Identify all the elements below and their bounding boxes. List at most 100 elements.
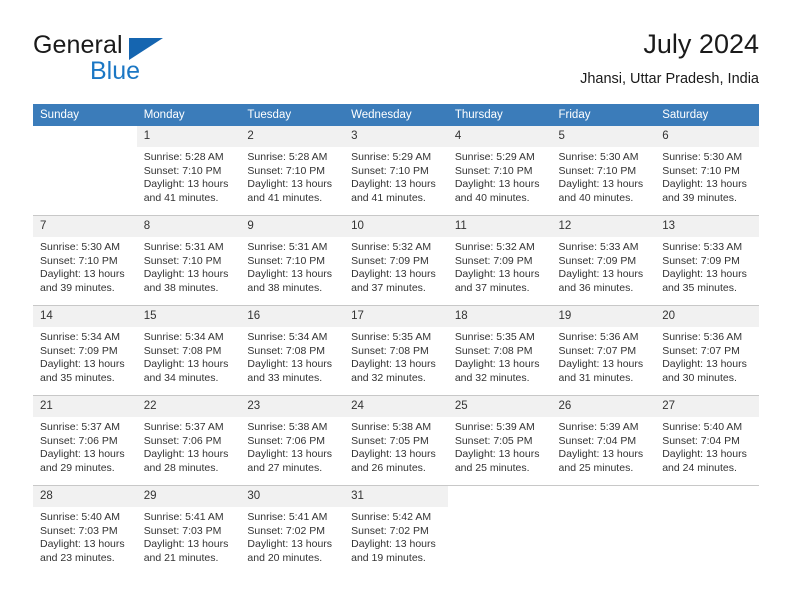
daylight-text-line1: Daylight: 13 hours <box>558 358 644 371</box>
daylight-text-line2: and 24 minutes. <box>662 461 737 474</box>
calendar-day-cell[interactable]: 7 Sunrise: 5:30 AM Sunset: 7:10 PM Daylight… <box>33 215 137 306</box>
sunrise-text: Sunrise: 5:38 AM <box>247 421 328 433</box>
daylight-text-line1: Daylight: 13 hours <box>143 448 229 461</box>
daylight-text-line1: Daylight: 13 hours <box>662 358 747 371</box>
day-details: Sunrise: 5:33 AM Sunset: 7:09 PM Daylight:… <box>552 237 656 295</box>
calendar-day-cell[interactable]: 22 Sunrise: 5:37 AM Sunset: 7:06 PM Dayligh… <box>136 395 241 486</box>
day-cell-inner: 22 Sunrise: 5:37 AM Sunset: 7:06 PM Dayligh… <box>136 396 241 485</box>
calendar-day-cell[interactable]: 9 Sunrise: 5:31 AM Sunset: 7:10 PM Daylight… <box>240 215 345 306</box>
day-number: 27 <box>655 396 759 417</box>
day-cell-inner <box>551 486 656 575</box>
daylight-text-line2: and 35 minutes. <box>662 281 737 294</box>
daylight-text-line2: and 38 minutes. <box>247 281 323 294</box>
day-cell-inner: 14 Sunrise: 5:34 AM Sunset: 7:09 PM Dayligh… <box>33 306 137 395</box>
sunrise-text: Sunrise: 5:37 AM <box>40 421 120 433</box>
day-cell-inner <box>447 486 552 575</box>
day-details: Sunrise: 5:34 AM Sunset: 7:08 PM Daylight:… <box>137 327 241 385</box>
calendar-day-cell[interactable]: 21 Sunrise: 5:37 AM Sunset: 7:06 PM Dayligh… <box>33 395 137 486</box>
daylight-text-line1: Daylight: 13 hours <box>351 178 436 191</box>
day-cell-inner: 30 Sunrise: 5:41 AM Sunset: 7:02 PM Dayligh… <box>240 486 345 575</box>
daylight-text-line1: Daylight: 13 hours <box>247 358 333 371</box>
day-cell-inner: 9 Sunrise: 5:31 AM Sunset: 7:10 PM Daylight… <box>240 216 345 305</box>
calendar-day-cell[interactable]: 15 Sunrise: 5:34 AM Sunset: 7:08 PM Dayligh… <box>136 305 241 396</box>
day-number <box>551 486 656 507</box>
calendar-day-cell[interactable]: 3 Sunrise: 5:29 AM Sunset: 7:10 PM Daylight… <box>344 126 448 216</box>
calendar-day-cell[interactable]: 2 Sunrise: 5:28 AM Sunset: 7:10 PM Daylight… <box>240 126 345 216</box>
calendar-day-cell[interactable]: 14 Sunrise: 5:34 AM Sunset: 7:09 PM Dayligh… <box>33 305 137 396</box>
calendar-day-cell[interactable]: 30 Sunrise: 5:41 AM Sunset: 7:02 PM Dayligh… <box>240 485 345 575</box>
day-details: Sunrise: 5:34 AM Sunset: 7:09 PM Daylight:… <box>33 327 137 385</box>
day-cell-inner: 5 Sunrise: 5:30 AM Sunset: 7:10 PM Daylight… <box>551 126 656 215</box>
calendar-week-row: 14 Sunrise: 5:34 AM Sunset: 7:09 PM Dayligh… <box>33 305 759 396</box>
sunrise-text: Sunrise: 5:32 AM <box>351 241 432 253</box>
day-details: Sunrise: 5:39 AM Sunset: 7:04 PM Daylight:… <box>552 417 656 475</box>
calendar-page: General Blue July 2024 Jhansi, Uttar Pra… <box>0 0 792 612</box>
calendar-day-cell[interactable]: 11 Sunrise: 5:32 AM Sunset: 7:09 PM Dayligh… <box>447 215 552 306</box>
daylight-text-line2: and 37 minutes. <box>454 281 530 294</box>
calendar-day-cell[interactable]: 5 Sunrise: 5:30 AM Sunset: 7:10 PM Daylight… <box>551 126 656 216</box>
day-details: Sunrise: 5:41 AM Sunset: 7:02 PM Daylight:… <box>240 507 344 565</box>
day-number: 16 <box>240 306 345 327</box>
day-details: Sunrise: 5:30 AM Sunset: 7:10 PM Daylight:… <box>552 147 656 205</box>
calendar-day-cell[interactable]: 1 Sunrise: 5:28 AM Sunset: 7:10 PM Daylight… <box>136 126 241 216</box>
calendar-day-cell[interactable]: 16 Sunrise: 5:34 AM Sunset: 7:08 PM Dayligh… <box>240 305 345 396</box>
daylight-text-line1: Daylight: 13 hours <box>454 268 540 281</box>
day-number: 11 <box>447 216 552 237</box>
day-details: Sunrise: 5:32 AM Sunset: 7:09 PM Daylight:… <box>344 237 448 295</box>
calendar-day-cell[interactable]: 31 Sunrise: 5:42 AM Sunset: 7:02 PM Dayligh… <box>344 485 448 575</box>
calendar-day-cell[interactable]: 28 Sunrise: 5:40 AM Sunset: 7:03 PM Dayligh… <box>33 485 137 575</box>
calendar-week-row: 28 Sunrise: 5:40 AM Sunset: 7:03 PM Dayligh… <box>33 485 759 575</box>
sunrise-text: Sunrise: 5:33 AM <box>558 241 639 253</box>
calendar-day-cell[interactable]: 20 Sunrise: 5:36 AM Sunset: 7:07 PM Dayligh… <box>655 305 759 396</box>
sunset-text: Sunset: 7:05 PM <box>351 434 429 447</box>
calendar-day-cell[interactable]: 10 Sunrise: 5:32 AM Sunset: 7:09 PM Dayligh… <box>344 215 448 306</box>
calendar-day-cell[interactable]: 18 Sunrise: 5:35 AM Sunset: 7:08 PM Dayligh… <box>447 305 552 396</box>
day-details: Sunrise: 5:36 AM Sunset: 7:07 PM Daylight:… <box>552 327 656 385</box>
day-details: Sunrise: 5:36 AM Sunset: 7:07 PM Daylight:… <box>655 327 759 385</box>
calendar-day-cell[interactable]: 13 Sunrise: 5:33 AM Sunset: 7:09 PM Dayligh… <box>655 215 759 306</box>
day-number: 10 <box>344 216 448 237</box>
calendar-day-cell[interactable]: 25 Sunrise: 5:39 AM Sunset: 7:05 PM Dayligh… <box>447 395 552 486</box>
day-number: 3 <box>344 126 448 147</box>
day-details: Sunrise: 5:29 AM Sunset: 7:10 PM Daylight:… <box>448 147 552 205</box>
daylight-text-line2: and 37 minutes. <box>351 281 426 294</box>
sunrise-text: Sunrise: 5:32 AM <box>454 241 535 253</box>
calendar-day-cell[interactable]: 6 Sunrise: 5:30 AM Sunset: 7:10 PM Daylight… <box>655 126 759 216</box>
day-number: 31 <box>344 486 448 507</box>
daylight-text-line2: and 21 minutes. <box>143 551 219 564</box>
page-header: General Blue July 2024 Jhansi, Uttar Pra… <box>33 28 759 98</box>
calendar-day-cell[interactable]: 12 Sunrise: 5:33 AM Sunset: 7:09 PM Dayligh… <box>551 215 656 306</box>
daylight-text-line2: and 39 minutes. <box>662 191 737 204</box>
day-details: Sunrise: 5:40 AM Sunset: 7:03 PM Daylight:… <box>33 507 137 565</box>
daylight-text-line2: and 26 minutes. <box>351 461 426 474</box>
daylight-text-line1: Daylight: 13 hours <box>662 448 747 461</box>
day-number: 15 <box>136 306 241 327</box>
daylight-text-line2: and 33 minutes. <box>247 371 323 384</box>
weekday-header-sunday: Sunday <box>33 104 137 126</box>
calendar-day-cell[interactable]: 4 Sunrise: 5:29 AM Sunset: 7:10 PM Daylight… <box>447 126 552 216</box>
calendar-day-cell[interactable]: 23 Sunrise: 5:38 AM Sunset: 7:06 PM Dayligh… <box>240 395 345 486</box>
sunrise-text: Sunrise: 5:34 AM <box>247 331 328 343</box>
day-number: 13 <box>655 216 759 237</box>
month-calendar: Sunday Monday Tuesday Wednesday Thursday… <box>33 104 759 575</box>
calendar-day-cell[interactable]: 27 Sunrise: 5:40 AM Sunset: 7:04 PM Dayligh… <box>655 395 759 486</box>
daylight-text-line1: Daylight: 13 hours <box>662 178 747 191</box>
calendar-day-cell-empty <box>447 485 552 575</box>
day-details: Sunrise: 5:41 AM Sunset: 7:03 PM Daylight:… <box>137 507 241 565</box>
calendar-day-cell[interactable]: 24 Sunrise: 5:38 AM Sunset: 7:05 PM Dayligh… <box>344 395 448 486</box>
day-cell-inner: 12 Sunrise: 5:33 AM Sunset: 7:09 PM Dayligh… <box>551 216 656 305</box>
daylight-text-line1: Daylight: 13 hours <box>351 448 436 461</box>
calendar-day-cell[interactable]: 8 Sunrise: 5:31 AM Sunset: 7:10 PM Daylight… <box>136 215 241 306</box>
day-details: Sunrise: 5:37 AM Sunset: 7:06 PM Daylight:… <box>33 417 137 475</box>
day-number <box>655 486 759 507</box>
calendar-day-cell[interactable]: 26 Sunrise: 5:39 AM Sunset: 7:04 PM Dayligh… <box>551 395 656 486</box>
calendar-day-cell[interactable]: 19 Sunrise: 5:36 AM Sunset: 7:07 PM Dayligh… <box>551 305 656 396</box>
sunrise-text: Sunrise: 5:41 AM <box>143 511 224 523</box>
day-cell-inner: 27 Sunrise: 5:40 AM Sunset: 7:04 PM Dayligh… <box>655 396 759 485</box>
calendar-day-cell[interactable]: 17 Sunrise: 5:35 AM Sunset: 7:08 PM Dayligh… <box>344 305 448 396</box>
calendar-day-cell[interactable]: 29 Sunrise: 5:41 AM Sunset: 7:03 PM Dayligh… <box>136 485 241 575</box>
sunrise-text: Sunrise: 5:42 AM <box>351 511 432 523</box>
daylight-text-line1: Daylight: 13 hours <box>558 268 644 281</box>
calendar-week-row: 21 Sunrise: 5:37 AM Sunset: 7:06 PM Dayligh… <box>33 395 759 486</box>
general-blue-logo[interactable]: General Blue <box>33 32 253 88</box>
